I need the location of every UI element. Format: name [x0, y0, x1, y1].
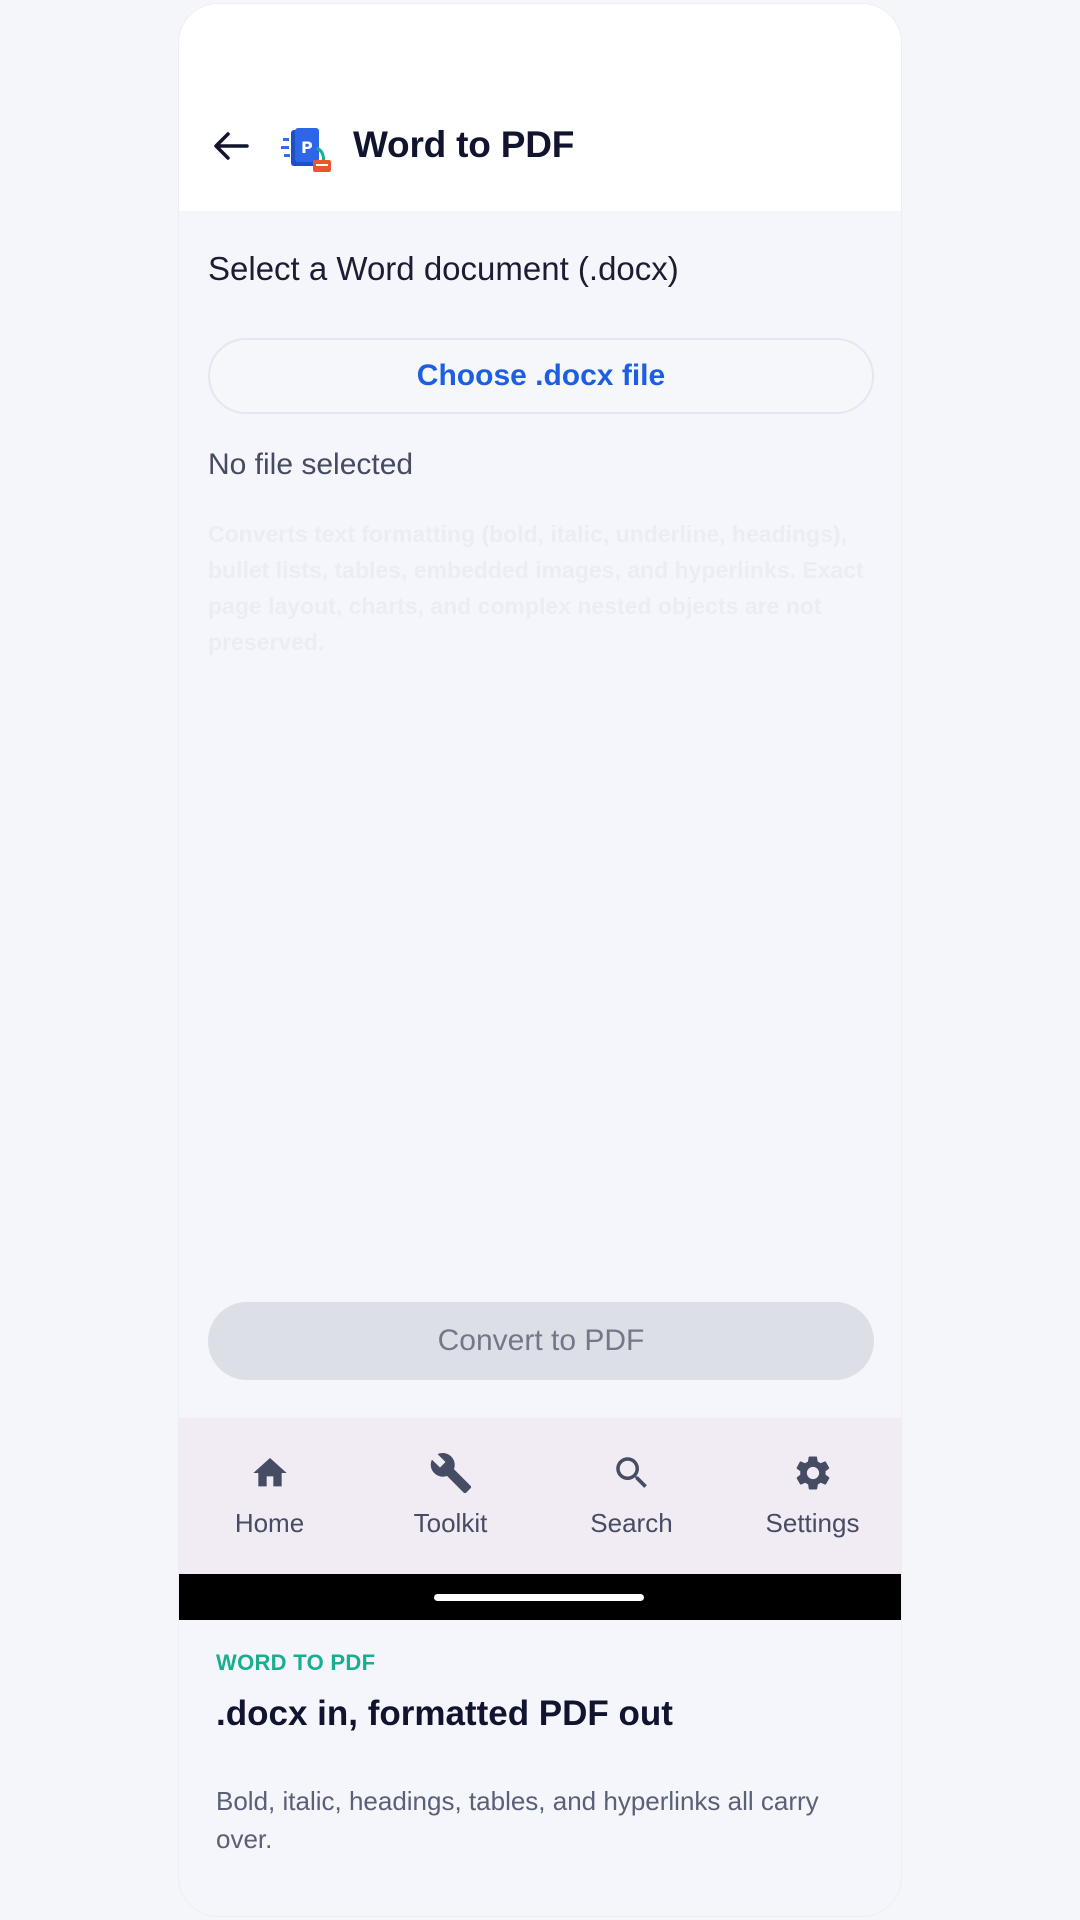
arrow-left-icon — [214, 132, 249, 160]
back-button[interactable] — [209, 126, 253, 166]
nav-label-toolkit: Toolkit — [413, 1508, 488, 1538]
nav-label-search: Search — [590, 1508, 673, 1538]
wrench-icon — [428, 1450, 474, 1496]
home-icon — [247, 1450, 293, 1496]
nav-item-toolkit[interactable]: Toolkit — [360, 1418, 541, 1574]
svg-text:P: P — [301, 138, 313, 157]
page-title: Word to PDF — [353, 124, 575, 165]
conversion-hint-text: Converts text formatting (bold, italic, … — [208, 521, 864, 655]
promo-tag: WORD TO PDF — [216, 1650, 376, 1675]
home-gesture-handle[interactable] — [434, 1594, 644, 1601]
nav-item-home[interactable]: Home — [179, 1418, 360, 1574]
promo-title: .docx in, formatted PDF out — [216, 1694, 673, 1733]
word-to-pdf-app-icon: P — [281, 126, 333, 174]
select-document-label: Select a Word document (.docx) — [208, 250, 679, 287]
nav-item-search[interactable]: Search — [541, 1418, 722, 1574]
search-icon — [609, 1450, 655, 1496]
bottom-navigation: Home Toolkit Search Settings — [179, 1418, 901, 1574]
promo-subtitle: Bold, italic, headings, tables, and hype… — [216, 1786, 819, 1854]
app-screen: P Word to PDF Select a Word document (.d… — [178, 3, 902, 1917]
system-navigation-bar — [179, 1574, 901, 1620]
nav-label-settings: Settings — [765, 1508, 860, 1538]
nav-item-settings[interactable]: Settings — [722, 1418, 901, 1574]
convert-to-pdf-button[interactable]: Convert to PDF — [208, 1302, 874, 1380]
file-status-text: No file selected — [208, 448, 414, 481]
choose-file-button[interactable]: Choose .docx file — [208, 338, 874, 414]
app-bar: P Word to PDF — [179, 4, 901, 211]
nav-label-home: Home — [234, 1508, 305, 1538]
gear-icon — [790, 1450, 836, 1496]
